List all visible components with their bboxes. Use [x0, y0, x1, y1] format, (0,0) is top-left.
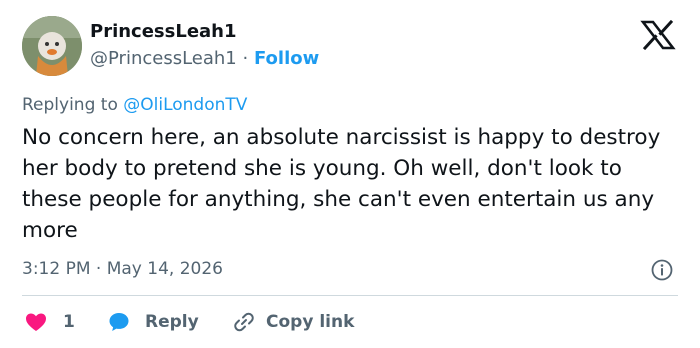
like-count: 1 [63, 312, 75, 332]
x-logo-icon[interactable] [640, 20, 676, 50]
reply-prefix: Replying to [22, 95, 124, 115]
action-bar: 1 Reply Copy link [22, 309, 682, 335]
speech-bubble-icon [109, 313, 129, 331]
author-handle[interactable]: @PrincessLeah1 [90, 48, 237, 69]
divider [22, 295, 678, 296]
reply-button[interactable]: Reply [107, 309, 199, 335]
author-display-name[interactable]: PrincessLeah1 [90, 21, 237, 42]
copy-link-button[interactable]: Copy link [232, 309, 354, 335]
avatar[interactable] [22, 16, 82, 76]
reply-target-link[interactable]: @OliLondonTV [123, 95, 247, 115]
tweet-text: No concern here, an absolute narcissist … [22, 125, 661, 243]
reply-label: Reply [145, 312, 199, 332]
separator-dot: · [242, 48, 249, 69]
tweet-timestamp[interactable]: 3:12 PM · May 14, 2026 [22, 259, 223, 279]
like-button[interactable]: 1 [24, 309, 75, 335]
heart-icon [26, 313, 46, 331]
follow-button[interactable]: Follow [254, 48, 319, 69]
copy-link-label: Copy link [266, 312, 355, 332]
info-icon[interactable] [651, 259, 673, 281]
avatar-image [22, 16, 82, 76]
reply-context: Replying to @OliLondonTV [22, 95, 247, 115]
author-handle-line: @PrincessLeah1 · Follow [90, 48, 319, 69]
link-icon [234, 312, 254, 332]
